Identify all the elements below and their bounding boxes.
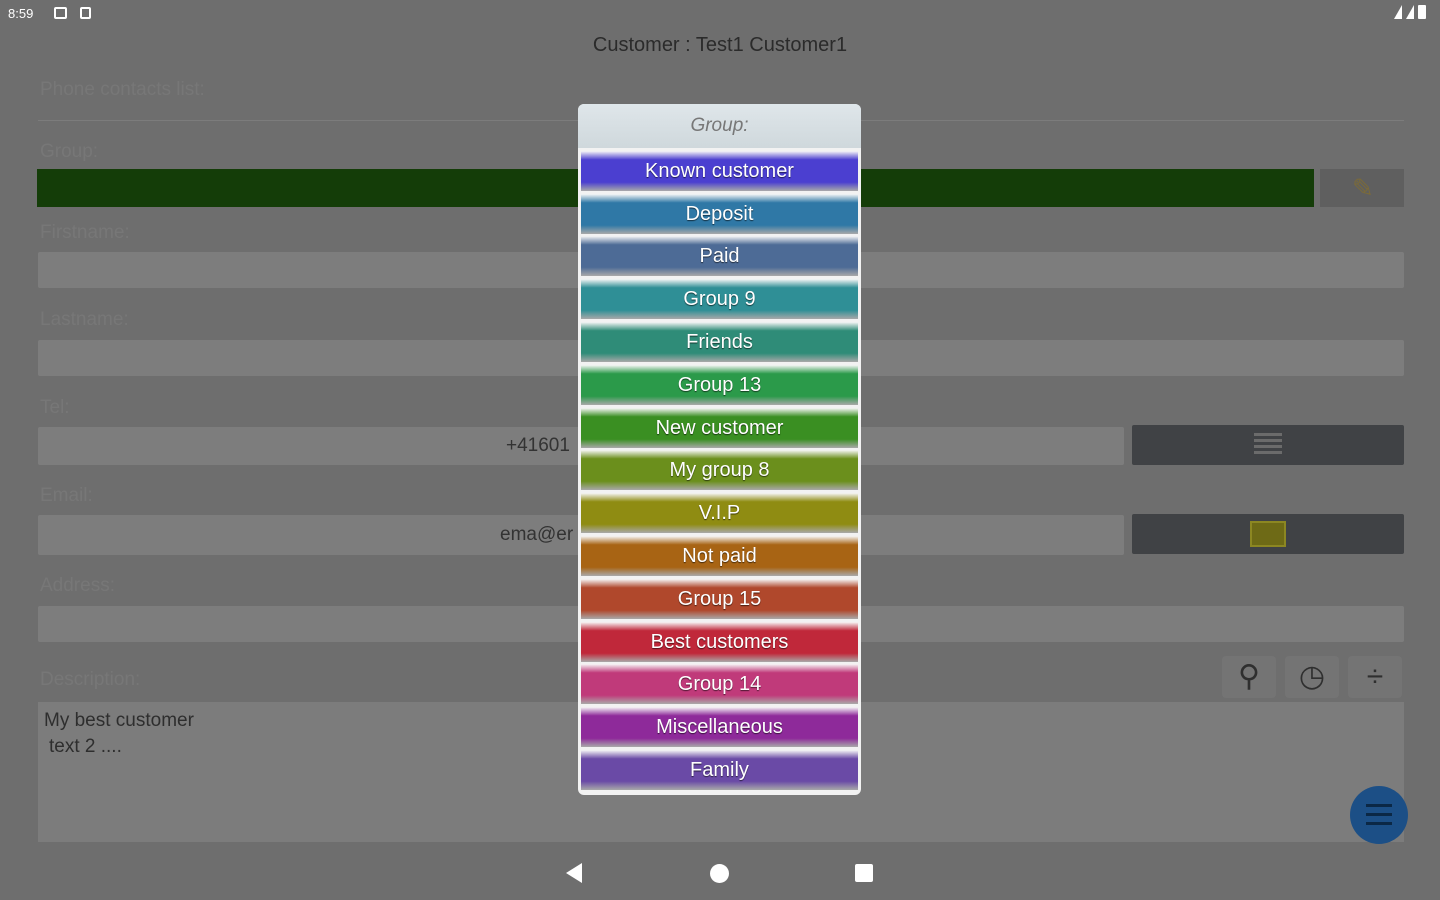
split-icon: ÷ [1366,660,1384,693]
signal-icon [1406,5,1414,19]
description-line: My best customer [44,710,194,731]
group-label: Group: [40,141,99,162]
group-option[interactable]: Deposit [581,193,858,234]
home-nav-icon[interactable] [710,864,729,883]
group-option[interactable]: My group 8 [581,450,858,491]
notification-icon [54,7,67,19]
group-dialog: Group: Known customer Deposit Paid Group 9F… [578,104,861,795]
group-option[interactable]: Group 14 [581,664,858,705]
contacts-list-button[interactable] [1132,425,1404,465]
status-right [1394,5,1426,19]
split-button[interactable]: ÷ [1348,656,1402,698]
stopwatch-icon: ◷ [1298,660,1326,693]
recents-nav-icon[interactable] [855,864,873,882]
envelope-icon [1250,521,1286,547]
menu-icon [1366,804,1392,826]
description-label: Description: [40,669,141,690]
group-option[interactable]: Group 15 [581,578,858,619]
phone-contacts-label: Phone contacts list: [40,79,205,100]
tel-label: Tel: [40,397,70,418]
list-icon [1254,433,1282,457]
firstname-label: Firstname: [40,222,130,243]
email-label: Email: [40,485,93,506]
group-option[interactable]: Paid [581,236,858,277]
menu-fab[interactable] [1350,786,1408,844]
group-option[interactable]: Group 9 [581,279,858,320]
pencil-icon: ✎ [1352,173,1374,203]
magnifier-icon: ⚲ [1238,660,1260,693]
tel-value: +41601 [506,435,570,456]
dialog-title: Group: [578,104,861,148]
lastname-label: Lastname: [40,309,129,330]
group-option[interactable]: Not paid [581,535,858,576]
group-option[interactable]: Friends [581,321,858,362]
status-time: 8:59 [8,6,34,21]
edit-group-button[interactable]: ✎ [1320,169,1404,207]
group-option[interactable]: Group 13 [581,364,858,405]
timer-button[interactable]: ◷ [1285,656,1339,698]
group-option[interactable]: Known customer [581,150,858,191]
status-bar: 8:59 [0,0,1440,28]
group-option[interactable]: Best customers [581,621,858,662]
send-email-button[interactable] [1132,514,1404,554]
description-line: text 2 .... [49,736,122,757]
group-option[interactable]: New customer [581,407,858,448]
group-option[interactable]: Family [581,749,858,790]
group-options-list: Known customer Deposit Paid Group 9 Friends G… [581,150,858,790]
sim-icon [80,7,91,19]
page-title: Customer : Test1 Customer1 [592,34,848,56]
group-option[interactable]: V.I.P [581,493,858,534]
back-nav-icon[interactable] [566,863,582,883]
group-option[interactable]: Miscellaneous [581,707,858,748]
address-label: Address: [40,575,115,596]
battery-icon [1418,5,1426,19]
search-button[interactable]: ⚲ [1222,656,1276,698]
email-value: ema@er [500,524,574,545]
wifi-icon [1394,5,1402,19]
